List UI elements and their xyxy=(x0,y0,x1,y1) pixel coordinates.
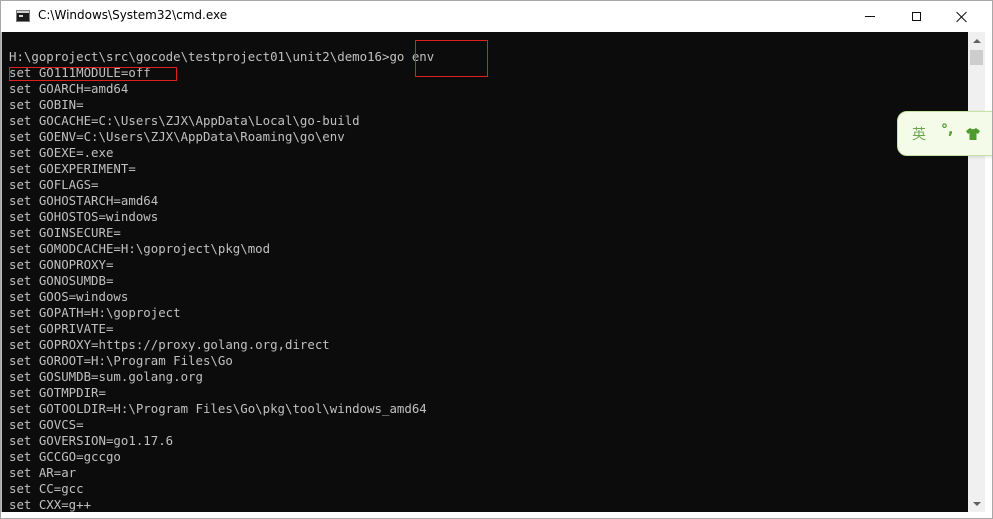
env-line: set GOCACHE=C:\Users\ZJX\AppData\Local\g… xyxy=(9,113,360,128)
prompt-line: H:\goproject\src\gocode\testproject01\un… xyxy=(9,49,434,65)
cmd-window: C:\Windows\System32\cmd.exe H:\goproject… xyxy=(0,0,993,519)
env-line: set AR=ar xyxy=(9,465,77,480)
go111module-highlight-box xyxy=(9,67,177,81)
env-line: set GOOS=windows xyxy=(9,289,129,304)
env-line: set GOMODCACHE=H:\goproject\pkg\mod xyxy=(9,241,271,256)
window-title: C:\Windows\System32\cmd.exe xyxy=(38,8,228,22)
env-line: set GCCGO=gccgo xyxy=(9,449,121,464)
env-line: set GOARCH=amd64 xyxy=(9,81,129,96)
env-line: set CXX=g++ xyxy=(9,497,92,512)
env-line: set GOTMPDIR= xyxy=(9,385,106,400)
env-line: set GONOSUMDB= xyxy=(9,273,114,288)
window-bottom-edge xyxy=(1,512,992,518)
close-button[interactable] xyxy=(939,1,985,32)
scroll-thumb[interactable] xyxy=(970,50,983,65)
env-line: set GOENV=C:\Users\ZJX\AppData\Roaming\g… xyxy=(9,129,345,144)
maximize-button[interactable] xyxy=(893,1,939,32)
minimize-button[interactable] xyxy=(847,1,893,32)
title-bar[interactable]: C:\Windows\System32\cmd.exe xyxy=(1,1,992,32)
vertical-scrollbar[interactable] xyxy=(968,32,985,512)
env-line: set GOPRIVATE= xyxy=(9,321,114,336)
env-line: set GOSUMDB=sum.golang.org xyxy=(9,369,203,384)
close-icon xyxy=(956,11,968,23)
env-line: set GOVERSION=go1.17.6 xyxy=(9,433,174,448)
command-highlight-box xyxy=(415,40,488,77)
arrow-down-icon xyxy=(972,501,981,506)
env-line: set GOFLAGS= xyxy=(9,177,99,192)
env-line: set GOBIN= xyxy=(9,97,84,112)
minimize-icon xyxy=(865,16,875,17)
env-line: set GOHOSTOS=windows xyxy=(9,209,159,224)
console-lines: H:\goproject\src\gocode\testproject01\un… xyxy=(9,49,434,512)
maximize-icon xyxy=(911,12,921,21)
env-line: set GOVCS= xyxy=(9,417,84,432)
env-line: set GOPROXY=https://proxy.golang.org,dir… xyxy=(9,337,330,352)
arrow-up-icon xyxy=(972,38,981,43)
prompt-path: H:\goproject\src\gocode\testproject01\un… xyxy=(9,49,390,64)
env-line: set GOTOOLDIR=H:\Program Files\Go\pkg\to… xyxy=(9,401,427,416)
env-line: set GOEXPERIMENT= xyxy=(9,161,136,176)
env-line: set GOPATH=H:\goproject xyxy=(9,305,181,320)
console-output[interactable]: H:\goproject\src\gocode\testproject01\un… xyxy=(2,32,968,512)
env-line: set GOINSECURE= xyxy=(9,225,121,240)
ime-toolbar[interactable]: 英 °, xyxy=(897,111,992,156)
tshirt-icon[interactable] xyxy=(965,127,981,141)
env-line: set GOEXE=.exe xyxy=(9,145,114,160)
scroll-down-button[interactable] xyxy=(968,495,985,512)
ime-language-toggle[interactable]: 英 xyxy=(912,124,926,144)
scroll-up-button[interactable] xyxy=(968,32,985,49)
env-line: set CC=gcc xyxy=(9,481,84,496)
ime-punctuation-toggle[interactable]: °, xyxy=(941,122,953,138)
env-line: set GOROOT=H:\Program Files\Go xyxy=(9,353,233,368)
env-line: set GONOPROXY= xyxy=(9,257,114,272)
env-line: set GOHOSTARCH=amd64 xyxy=(9,193,159,208)
console-icon[interactable] xyxy=(16,10,30,22)
